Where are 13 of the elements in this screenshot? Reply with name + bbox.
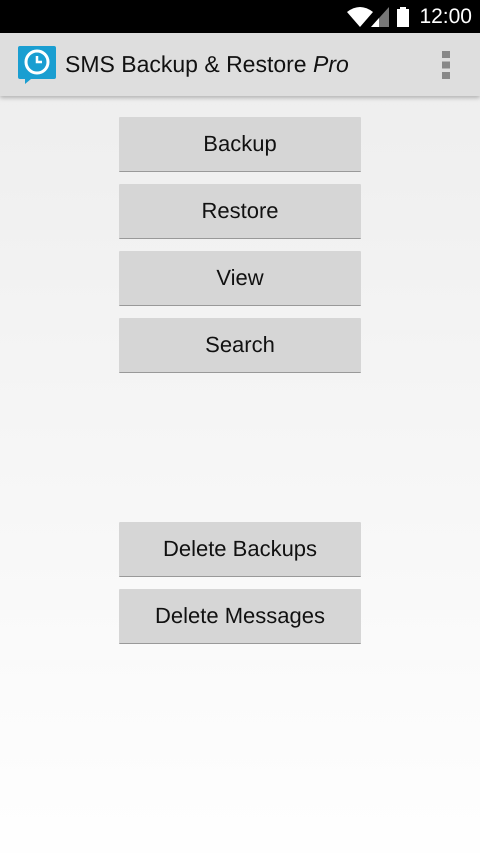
delete-button[interactable]: Delete Backups xyxy=(119,522,361,577)
clock: 12:00 xyxy=(419,4,472,28)
action-button[interactable]: Search xyxy=(119,318,361,373)
app-logo-icon xyxy=(17,44,57,84)
battery-icon xyxy=(397,6,410,26)
app-title: SMS Backup & Restore Pro xyxy=(65,51,350,78)
overflow-menu-icon[interactable] xyxy=(442,50,450,78)
signal-icon xyxy=(371,6,390,26)
delete-button[interactable]: Delete Messages xyxy=(119,589,361,644)
wifi-icon xyxy=(347,6,374,26)
action-button[interactable]: Restore xyxy=(119,184,361,239)
action-button[interactable]: Backup xyxy=(119,117,361,172)
action-button[interactable]: View xyxy=(119,251,361,306)
